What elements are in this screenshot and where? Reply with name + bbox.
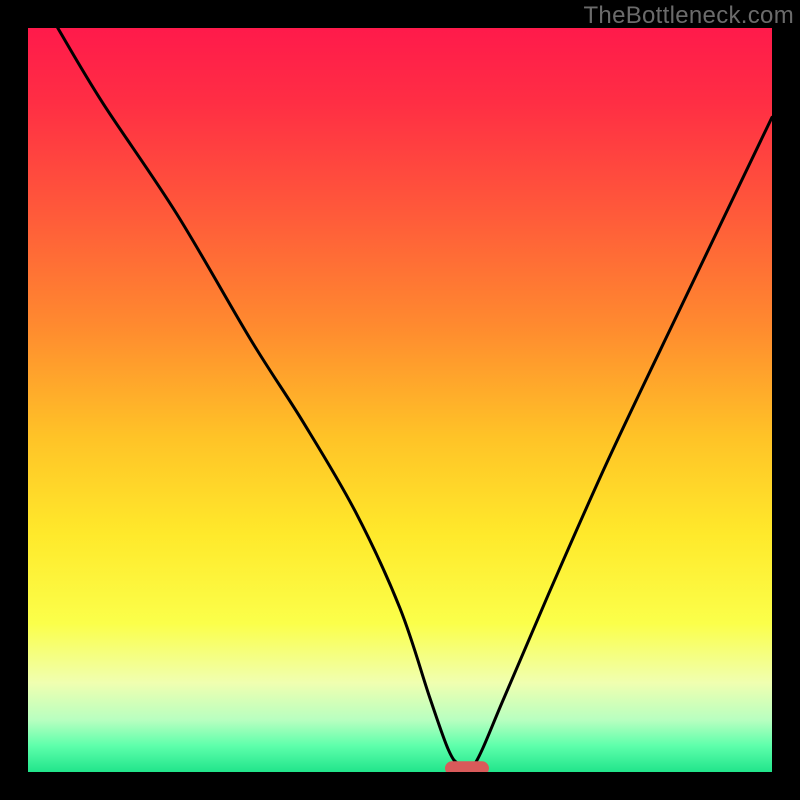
optimal-marker bbox=[445, 761, 489, 772]
plot-area bbox=[28, 28, 772, 772]
chart-frame: TheBottleneck.com bbox=[0, 0, 800, 800]
gradient-background bbox=[28, 28, 772, 772]
bottleneck-chart bbox=[28, 28, 772, 772]
watermark-label: TheBottleneck.com bbox=[583, 2, 794, 30]
